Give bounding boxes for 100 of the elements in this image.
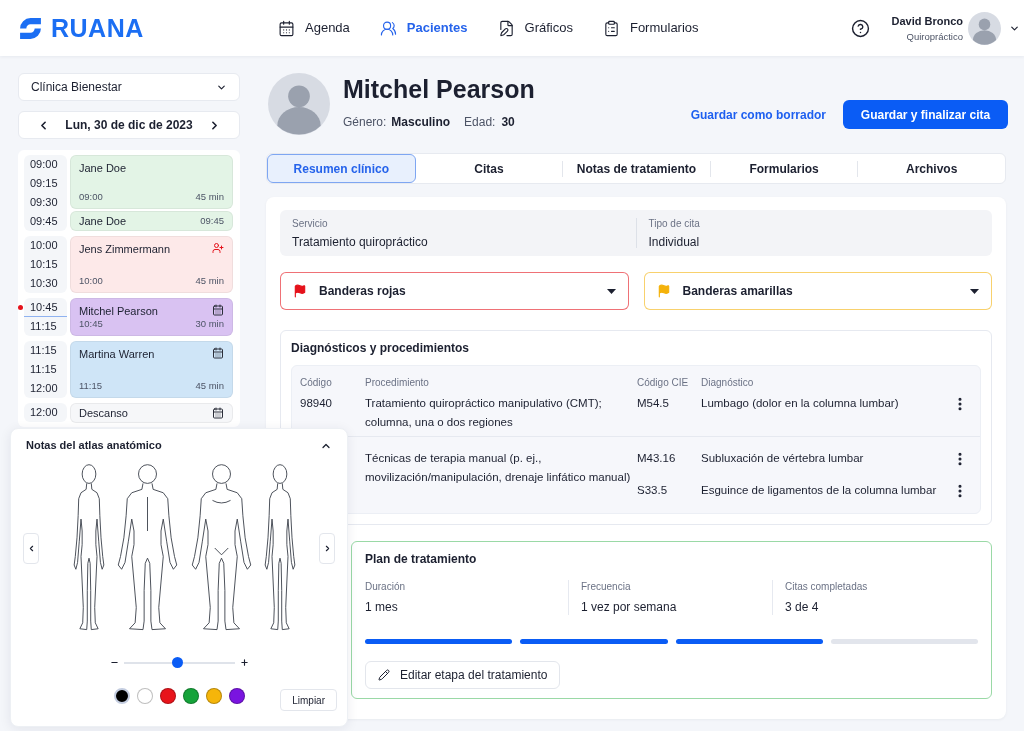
field-label: Frecuencia [581,580,632,594]
field-value: 1 vez por semana [581,599,678,615]
time-label: 11:15 [30,344,57,357]
appointment-duration: 30 min [195,318,224,330]
calendar-icon [212,304,224,316]
finalize-button[interactable]: Guardar y finalizar cita [843,100,1008,129]
table-cell-text: Lumbago (dolor en la columna lumbar) [701,396,900,411]
zoom-slider[interactable] [123,657,235,668]
time-label: 12:00 [30,406,58,419]
appointment-duration: 45 min [195,275,224,287]
section-title: Plan de tratamiento [365,551,478,567]
zoom-in-icon[interactable] [239,658,249,667]
appointment-card[interactable]: Descanso [70,403,233,423]
color-swatch-icon[interactable] [113,688,130,704]
calendar-icon [212,407,224,419]
field-label: Duración [365,580,407,594]
table-cell-text: S33.5 [637,483,669,498]
calendar-icon [278,19,295,37]
flags-dropdown[interactable]: Banderas rojas [280,272,629,310]
nav-link[interactable]: Pacientes [379,18,468,38]
time-label: 09:30 [30,196,58,209]
column-header: Procedimiento [365,376,430,390]
appointment-duration: 45 min [195,380,224,392]
time-label: 11:15 [30,363,57,376]
flags-dropdown[interactable]: Banderas amarillas [643,272,992,310]
field-value: Masculino [391,114,451,130]
time-label: 10:00 [30,239,58,252]
time-label: 09:45 [30,215,58,228]
field-label: Citas completadas [785,580,869,594]
appointment-time: 11:15 [79,380,103,392]
patient-name: Martina Warren [79,347,155,361]
field-label: Género: [343,114,387,130]
nav-link[interactable]: Gráficos [497,18,573,38]
save-draft-link[interactable]: Guardar como borrador [690,105,826,124]
pencil-icon [378,669,390,681]
field-value: 1 mes [365,599,399,615]
panel-title: Notas del atlas anatómico [26,438,162,454]
appointment-card[interactable]: Jane Doe 09:45 [70,211,233,231]
field-value: 3 de 4 [785,599,820,615]
field-value: Tratamiento quiropráctico [292,233,429,250]
appointment-card[interactable]: Jens Zimmermann 10:00 45 min [70,236,233,293]
clinic-select[interactable]: Clínica Bienestar [18,73,240,101]
appointment-time: 09:00 [79,191,103,203]
time-label: 10:45 [30,300,58,314]
time-label: 09:15 [30,177,58,190]
appointment-card[interactable]: Mitchel Pearson 10:45 30 min [70,298,233,336]
date-label: Lun, 30 de dic de 2023 [65,117,193,134]
field-value: Individual [648,233,701,250]
time-label: 12:00 [30,382,58,395]
avatar-placeholder [968,11,1001,45]
color-swatch-icon[interactable] [182,688,199,704]
help-icon[interactable] [851,18,871,38]
tab[interactable]: Resumen clínico [267,154,416,183]
table-cell-text: M43.16 [637,451,677,466]
table-cell-text: Esguince de ligamentos de la columna lumbar [701,483,938,498]
users-icon [379,19,397,37]
patient-name: Jens Zimmermann [79,242,171,256]
time-label: 09:00 [30,158,58,171]
caret-down-icon [606,288,616,294]
patient-name: Mitchel Pearson [79,304,158,318]
time-label: 10:15 [30,258,58,271]
appointment-card[interactable]: Jane Doe 09:00 45 min [70,155,233,209]
field-value: 30 [501,114,515,130]
clipboard-list-icon [602,19,620,37]
color-swatch-icon[interactable] [205,688,222,704]
color-swatch-icon[interactable] [159,688,176,704]
nav-link[interactable]: Formularios [602,18,699,38]
patient-name: Jane Doe [79,214,127,228]
color-swatch-icon[interactable] [136,688,153,704]
tab[interactable]: Formularios [710,154,858,183]
field-label: Edad: [464,114,496,130]
field-label: Servicio [292,216,329,231]
appointment-time: 10:45 [79,318,103,330]
appointment-card[interactable]: Martina Warren 11:15 45 min [70,341,233,398]
column-header: Código [300,376,333,390]
field-label: Tipo de cita [648,216,701,231]
document-pen-icon [497,19,515,37]
table-cell-text: M54.5 [637,396,670,411]
calendar-icon [212,347,224,359]
appointment-duration: 45 min [195,191,224,203]
color-swatch-icon[interactable] [228,688,245,704]
table-cell-text: Tratamiento quiropráctico manipulativo (CMT); columna, una o dos regiones [365,396,603,430]
tab[interactable]: Citas [415,154,563,183]
tab[interactable]: Archivos [858,154,1005,183]
caret-down-icon [970,288,979,294]
slider-thumb[interactable] [171,657,183,668]
avatar-placeholder [268,73,330,135]
appointment-time: 10:00 [79,275,103,287]
patient-name: Jane Doe [79,161,127,175]
table-cell-text: Subluxación de vértebra lumbar [701,451,865,466]
edit-stage-button[interactable]: Editar etapa del tratamiento [365,661,561,689]
nav-link[interactable]: Agenda [278,18,350,38]
user-plus-icon [212,242,224,254]
table-cell: 98940 [300,397,332,409]
column-header: Código CIE [637,376,690,390]
clear-button[interactable]: Limpiar [280,689,337,711]
tab[interactable]: Notas de tratamiento [563,154,710,183]
user-name: David Bronco [891,13,963,28]
logo-icon [18,15,43,41]
patient-name: Descanso [79,406,128,420]
